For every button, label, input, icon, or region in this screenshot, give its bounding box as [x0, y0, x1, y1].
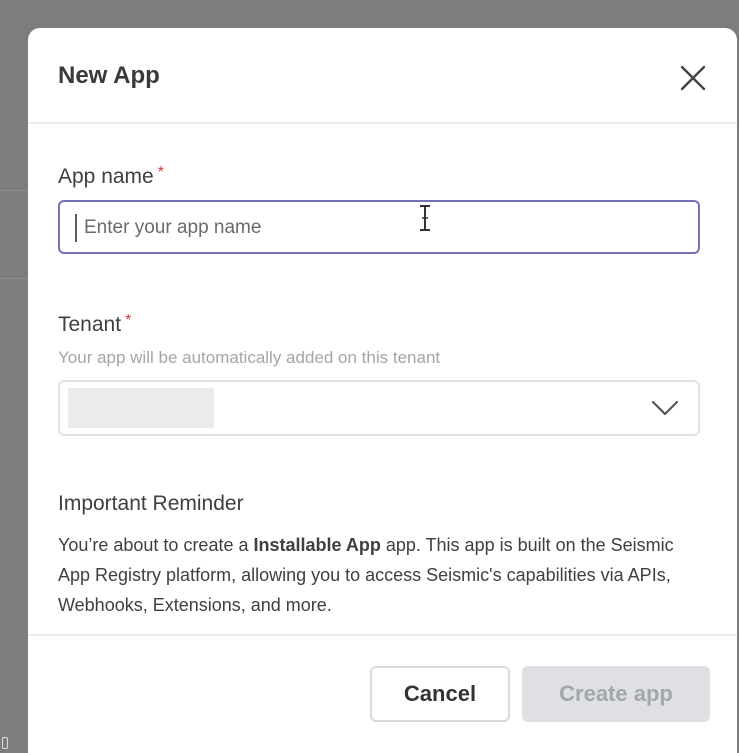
- app-name-label: App name *: [58, 164, 164, 189]
- footer-divider: [28, 634, 737, 636]
- backdrop-divider: [0, 190, 28, 191]
- create-app-button[interactable]: Create app: [522, 666, 710, 722]
- tenant-label-text: Tenant: [58, 313, 122, 336]
- app-name-label-text: App name: [58, 165, 154, 188]
- app-name-input[interactable]: [82, 202, 686, 254]
- text-caret: [75, 214, 77, 242]
- backdrop-scroll-indicator: [2, 737, 8, 749]
- required-marker: *: [157, 164, 164, 181]
- tenant-helper-text: Your app will be automatically added on …: [58, 348, 441, 367]
- chevron-down-icon: [651, 400, 679, 416]
- reminder-text: You’re about to create a: [58, 535, 254, 555]
- tenant-label: Tenant *: [58, 312, 131, 337]
- backdrop-divider: [0, 278, 28, 279]
- dialog-header: New App: [28, 28, 737, 124]
- tenant-select[interactable]: [58, 380, 700, 436]
- cancel-button[interactable]: Cancel: [370, 666, 510, 722]
- reminder-app-type: Installable App: [253, 535, 381, 555]
- close-icon[interactable]: [677, 62, 709, 94]
- dialog-title: New App: [58, 62, 160, 89]
- reminder-title: Important Reminder: [58, 492, 244, 515]
- tenant-selected-value-redacted: [68, 388, 214, 428]
- app-name-field[interactable]: [58, 200, 700, 254]
- reminder-body: You’re about to create a Installable App…: [58, 530, 678, 620]
- required-marker: *: [125, 312, 132, 329]
- text-cursor-icon: [420, 205, 430, 231]
- new-app-dialog: New App App name* Tenant* Your app will …: [28, 28, 737, 753]
